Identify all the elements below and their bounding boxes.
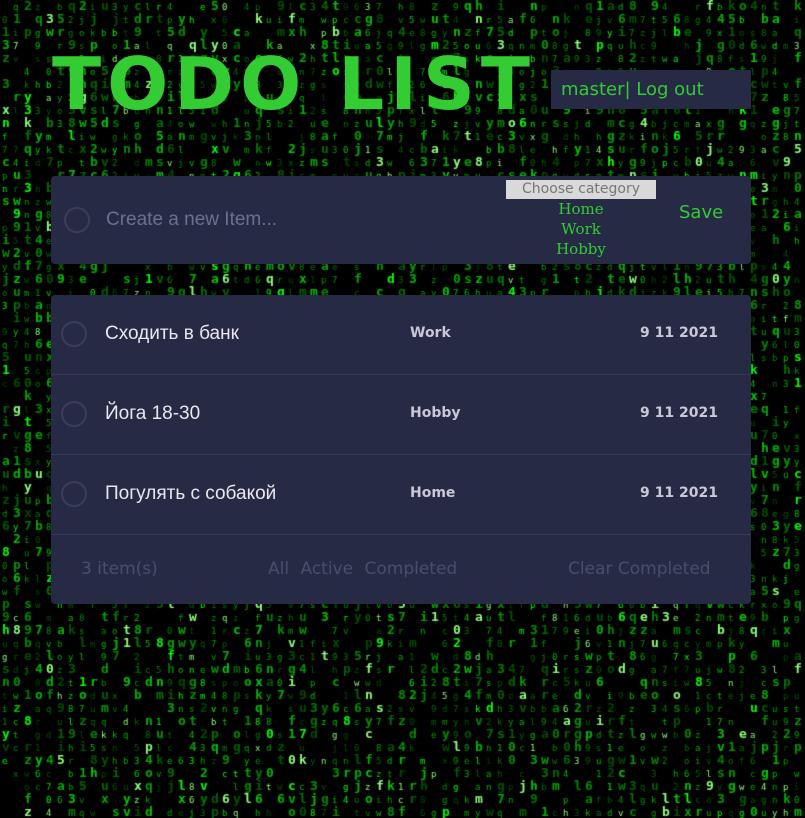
create-item-panel: Choose category Home Work Hobby Save	[51, 176, 751, 264]
item-category: Work	[410, 325, 451, 341]
list-item: Погулять с собакой Home 9 11 2021	[51, 455, 751, 535]
item-text: Погулять с собакой	[105, 483, 277, 504]
list-item: Йога 18-30 Hobby 9 11 2021	[51, 375, 751, 455]
clear-completed-button[interactable]: Clear Completed	[568, 559, 711, 579]
item-date: 9 11 2021	[640, 485, 718, 501]
filter-active[interactable]: Active	[300, 559, 353, 579]
toggle-all-circle[interactable]	[64, 207, 90, 233]
item-category: Home	[410, 485, 456, 501]
list-footer: 3 item(s) All Active Completed Clear Com…	[51, 535, 751, 604]
item-text: Йога 18-30	[105, 403, 201, 424]
item-date: 9 11 2021	[640, 405, 718, 421]
filter-all[interactable]: All	[268, 559, 289, 579]
item-category: Hobby	[410, 405, 461, 421]
items-count: 3 item(s)	[81, 559, 158, 579]
save-button[interactable]: Save	[679, 202, 723, 223]
complete-checkbox[interactable]	[61, 401, 87, 427]
category-option-work[interactable]: Work	[506, 219, 656, 239]
category-select[interactable]: Choose category Home Work Hobby	[506, 180, 656, 259]
new-item-input[interactable]	[106, 207, 506, 233]
list-item: Сходить в банк Work 9 11 2021	[51, 295, 751, 375]
filter-group: All Active Completed	[268, 559, 463, 579]
page-title: TODO LIST	[52, 42, 536, 126]
todo-app: TODO LIST master| Log out Choose categor…	[0, 0, 805, 818]
username: master|	[561, 79, 631, 100]
item-text: Сходить в банк	[105, 323, 239, 344]
todo-list: Сходить в банк Work 9 11 2021 Йога 18-30…	[51, 295, 751, 604]
category-placeholder[interactable]: Choose category	[506, 180, 656, 199]
logout-button[interactable]: Log out	[636, 79, 703, 100]
filter-completed[interactable]: Completed	[364, 559, 457, 579]
category-option-home[interactable]: Home	[506, 199, 656, 219]
category-option-hobby[interactable]: Hobby	[506, 239, 656, 259]
item-date: 9 11 2021	[640, 325, 718, 341]
user-panel: master| Log out	[551, 70, 751, 109]
complete-checkbox[interactable]	[61, 481, 87, 507]
complete-checkbox[interactable]	[61, 321, 87, 347]
